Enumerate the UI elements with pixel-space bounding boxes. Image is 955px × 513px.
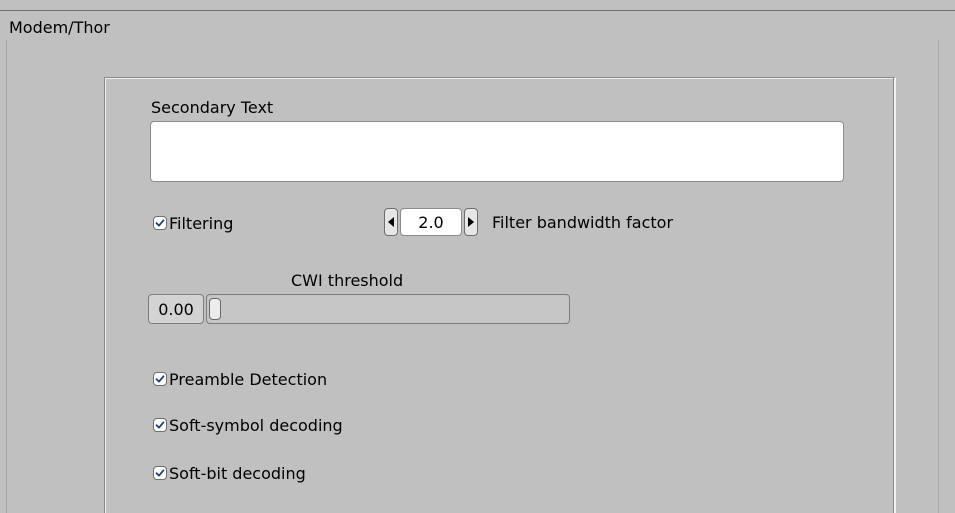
triangle-left-icon xyxy=(388,217,394,227)
increment-button[interactable] xyxy=(464,208,478,236)
left-divider xyxy=(6,40,7,513)
right-divider xyxy=(938,40,939,513)
soft-bit-decoding-checkbox[interactable] xyxy=(153,466,167,480)
triangle-right-icon xyxy=(468,217,474,227)
preamble-detection-checkbox-row[interactable]: Preamble Detection xyxy=(153,369,327,389)
soft-bit-decoding-checkbox-row[interactable]: Soft-bit decoding xyxy=(153,463,306,483)
filtering-label: Filtering xyxy=(169,213,234,233)
top-divider xyxy=(0,10,955,11)
filter-bandwidth-label: Filter bandwidth factor xyxy=(492,213,674,232)
soft-symbol-decoding-label: Soft-symbol decoding xyxy=(169,415,343,435)
cwi-threshold-slider[interactable] xyxy=(206,294,570,324)
check-icon xyxy=(155,421,165,429)
check-icon xyxy=(155,469,165,477)
soft-symbol-decoding-checkbox[interactable] xyxy=(153,418,167,432)
section-title: Modem/Thor xyxy=(9,18,110,37)
check-icon xyxy=(155,375,165,383)
soft-symbol-decoding-checkbox-row[interactable]: Soft-symbol decoding xyxy=(153,415,343,435)
cwi-threshold-label: CWI threshold xyxy=(291,271,404,290)
secondary-text-input[interactable] xyxy=(150,121,844,182)
check-icon xyxy=(155,219,165,227)
secondary-text-label: Secondary Text xyxy=(151,98,274,117)
preamble-detection-checkbox[interactable] xyxy=(153,372,167,386)
preamble-detection-label: Preamble Detection xyxy=(169,369,328,389)
cwi-threshold-slider-thumb[interactable] xyxy=(209,298,221,320)
filter-bandwidth-value[interactable]: 2.0 xyxy=(400,208,462,236)
filter-bandwidth-counter[interactable]: 2.0 xyxy=(384,207,478,237)
decrement-button[interactable] xyxy=(384,208,398,236)
filtering-checkbox[interactable] xyxy=(153,216,167,230)
cwi-threshold-value: 0.00 xyxy=(148,294,204,324)
filtering-checkbox-row[interactable]: Filtering xyxy=(153,213,233,233)
soft-bit-decoding-label: Soft-bit decoding xyxy=(169,463,306,483)
thor-modem-settings-page: Modem/Thor Secondary Text Filtering 2.0 … xyxy=(0,0,955,513)
